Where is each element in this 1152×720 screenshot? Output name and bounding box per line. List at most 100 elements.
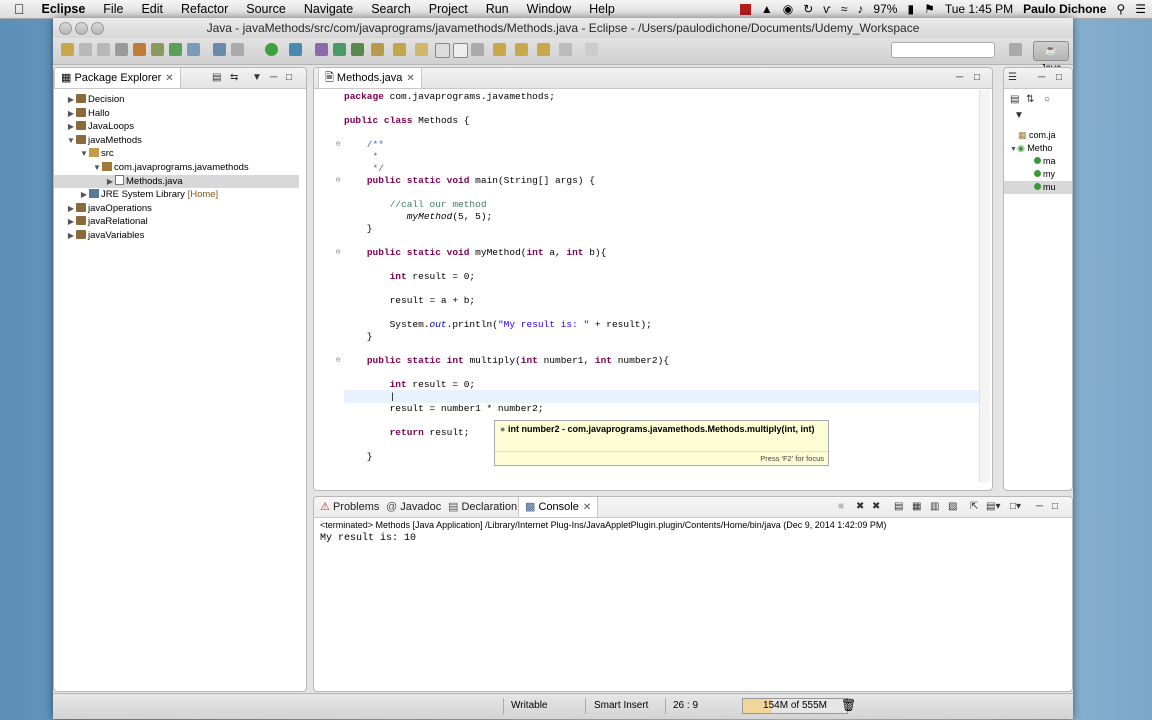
tree-item-package[interactable]: ▼ com.javaprograms.javamethods	[54, 161, 299, 174]
maximize-view-icon[interactable]: □	[286, 72, 292, 83]
tree-item-hallo[interactable]: ▶ Hallo	[54, 107, 299, 120]
close-icon[interactable]: ✕	[406, 73, 414, 84]
forward-icon[interactable]	[537, 43, 550, 56]
close-icon[interactable]: ✕	[165, 73, 173, 84]
collapse-all-icon[interactable]: ▤	[1010, 94, 1019, 105]
volume-icon[interactable]: ♪	[857, 2, 863, 16]
collapse-arrow-icon[interactable]: ▼	[79, 147, 89, 160]
editor-scrollbar[interactable]	[979, 90, 990, 482]
open-folder-icon[interactable]	[415, 43, 428, 56]
console-output[interactable]: My result is: 10	[320, 533, 416, 544]
show-whitespace-icon[interactable]	[453, 43, 468, 58]
word-wrap-icon[interactable]: ▥	[930, 501, 939, 512]
menu-window[interactable]: Window	[518, 2, 580, 16]
fold-icon[interactable]: ⊖	[334, 247, 342, 257]
annotation-icon[interactable]	[471, 43, 484, 56]
debug-icon[interactable]	[213, 43, 226, 56]
tree-item-javarelational[interactable]: ▶ javaRelational	[54, 215, 299, 228]
bell-icon[interactable]: ◉	[783, 2, 793, 16]
close-icon[interactable]: ✕	[583, 502, 591, 513]
minimize-view-icon[interactable]: ─	[270, 72, 277, 83]
minimize-view-icon[interactable]: ─	[956, 72, 963, 83]
outline-icon[interactable]: ☰	[1008, 72, 1017, 83]
fold-icon[interactable]: ⊖	[334, 355, 342, 365]
zoom-window-button[interactable]	[91, 22, 104, 35]
expand-arrow-icon[interactable]: ▶	[66, 215, 76, 228]
time-machine-icon[interactable]: ↻	[803, 2, 813, 16]
new-icon[interactable]	[61, 43, 74, 56]
minimize-view-icon[interactable]: ─	[1038, 72, 1045, 83]
tree-item-methods-java[interactable]: ▶ Methods.java	[54, 175, 299, 188]
quick-access-input[interactable]	[891, 42, 995, 58]
run-icon[interactable]	[265, 43, 278, 56]
collapse-arrow-icon[interactable]: ▼	[1010, 146, 1017, 153]
menu-project[interactable]: Project	[420, 2, 477, 16]
minimize-window-button[interactable]	[75, 22, 88, 35]
save-icon[interactable]	[79, 43, 92, 56]
javadoc-hover-popup[interactable]: ● int number2 - com.javaprograms.javamet…	[494, 420, 829, 466]
expand-arrow-icon[interactable]: ▶	[66, 120, 76, 133]
new-package-icon[interactable]	[333, 43, 346, 56]
view-menu-icon[interactable]: ▼	[1014, 110, 1024, 121]
menu-navigate[interactable]: Navigate	[295, 2, 362, 16]
clock[interactable]: Tue 1:45 PM	[945, 2, 1013, 16]
tree-item-javavariables[interactable]: ▶ javaVariables	[54, 229, 299, 242]
terminate-icon[interactable]: ■	[838, 501, 844, 512]
clear-icon[interactable]	[585, 43, 598, 56]
search-icon[interactable]	[393, 43, 406, 56]
build-icon[interactable]	[151, 43, 164, 56]
remove-all-terminated-icon[interactable]: ✖	[872, 501, 880, 512]
collapse-arrow-icon[interactable]: ▼	[66, 134, 76, 147]
console-icon[interactable]	[187, 43, 200, 56]
show-console-icon[interactable]: ▧	[948, 501, 957, 512]
garbage-collect-icon[interactable]: 🗑	[841, 698, 856, 712]
menu-edit[interactable]: Edit	[132, 2, 172, 16]
print-icon[interactable]	[115, 43, 128, 56]
apple-menu-icon[interactable]: 	[0, 1, 33, 17]
maximize-view-icon[interactable]: □	[974, 72, 980, 83]
tab-methods-java[interactable]: 🗎 Methods.java ✕	[318, 68, 422, 88]
clear-console-icon[interactable]: ▤	[894, 501, 903, 512]
fold-icon[interactable]: ⊖	[334, 175, 342, 185]
outline-item-multiply[interactable]: mu	[1004, 181, 1072, 194]
maximize-view-icon[interactable]: □	[1052, 501, 1058, 512]
save-all-icon[interactable]	[97, 43, 110, 56]
gear-icon[interactable]	[231, 43, 244, 56]
notification-center-icon[interactable]: ☰	[1135, 2, 1146, 16]
view-menu-icon[interactable]: ▼	[252, 72, 262, 83]
fold-icon[interactable]: ⊖	[334, 139, 342, 149]
expand-arrow-icon[interactable]: ▶	[105, 175, 115, 188]
minimize-view-icon[interactable]: ─	[1036, 501, 1043, 512]
tree-item-decision[interactable]: ▶ Decision	[54, 93, 299, 106]
expand-arrow-icon[interactable]: ▶	[66, 107, 76, 120]
open-type-icon[interactable]	[371, 43, 384, 56]
hide-fields-icon[interactable]: ○	[1044, 94, 1050, 105]
tree-item-javamethods[interactable]: ▼ javaMethods	[54, 134, 299, 147]
flag-icon[interactable]: ⚑	[924, 2, 935, 16]
outline-item-package[interactable]: ▦ com.ja	[1018, 129, 1056, 142]
tree-item-javaoperations[interactable]: ▶ javaOperations	[54, 202, 299, 215]
sort-icon[interactable]: ⇅	[1026, 94, 1034, 105]
tab-problems[interactable]: ⚠ Problems	[320, 497, 379, 517]
back-icon[interactable]	[515, 43, 528, 56]
expand-arrow-icon[interactable]: ▶	[66, 93, 76, 106]
java-perspective-button[interactable]: ☕ Java	[1033, 41, 1069, 74]
expand-arrow-icon[interactable]: ▶	[66, 229, 76, 242]
tab-javadoc[interactable]: @ Javadoc	[386, 497, 441, 517]
debug-skip-icon[interactable]	[133, 43, 146, 56]
expand-arrow-icon[interactable]: ▶	[66, 202, 76, 215]
battery-icon[interactable]: ▮	[907, 2, 914, 16]
new-java-project-icon[interactable]	[315, 43, 328, 56]
dropbox-icon[interactable]: ▲	[761, 2, 773, 16]
collapse-arrow-icon[interactable]: ▼	[92, 161, 102, 174]
new-class-icon[interactable]	[351, 43, 364, 56]
tab-package-explorer[interactable]: ▦ Package Explorer ✕	[54, 68, 181, 88]
maximize-view-icon[interactable]: □	[1056, 72, 1062, 83]
wifi-icon[interactable]: ≈	[841, 2, 848, 16]
menu-refactor[interactable]: Refactor	[172, 2, 237, 16]
bluetooth-icon[interactable]: ѵ	[823, 2, 831, 16]
toggle-mark-icon[interactable]	[435, 43, 450, 58]
task-icon[interactable]	[169, 43, 182, 56]
user-name[interactable]: Paulo Dichone	[1023, 2, 1106, 16]
collapse-all-icon[interactable]: ▤	[212, 72, 221, 83]
